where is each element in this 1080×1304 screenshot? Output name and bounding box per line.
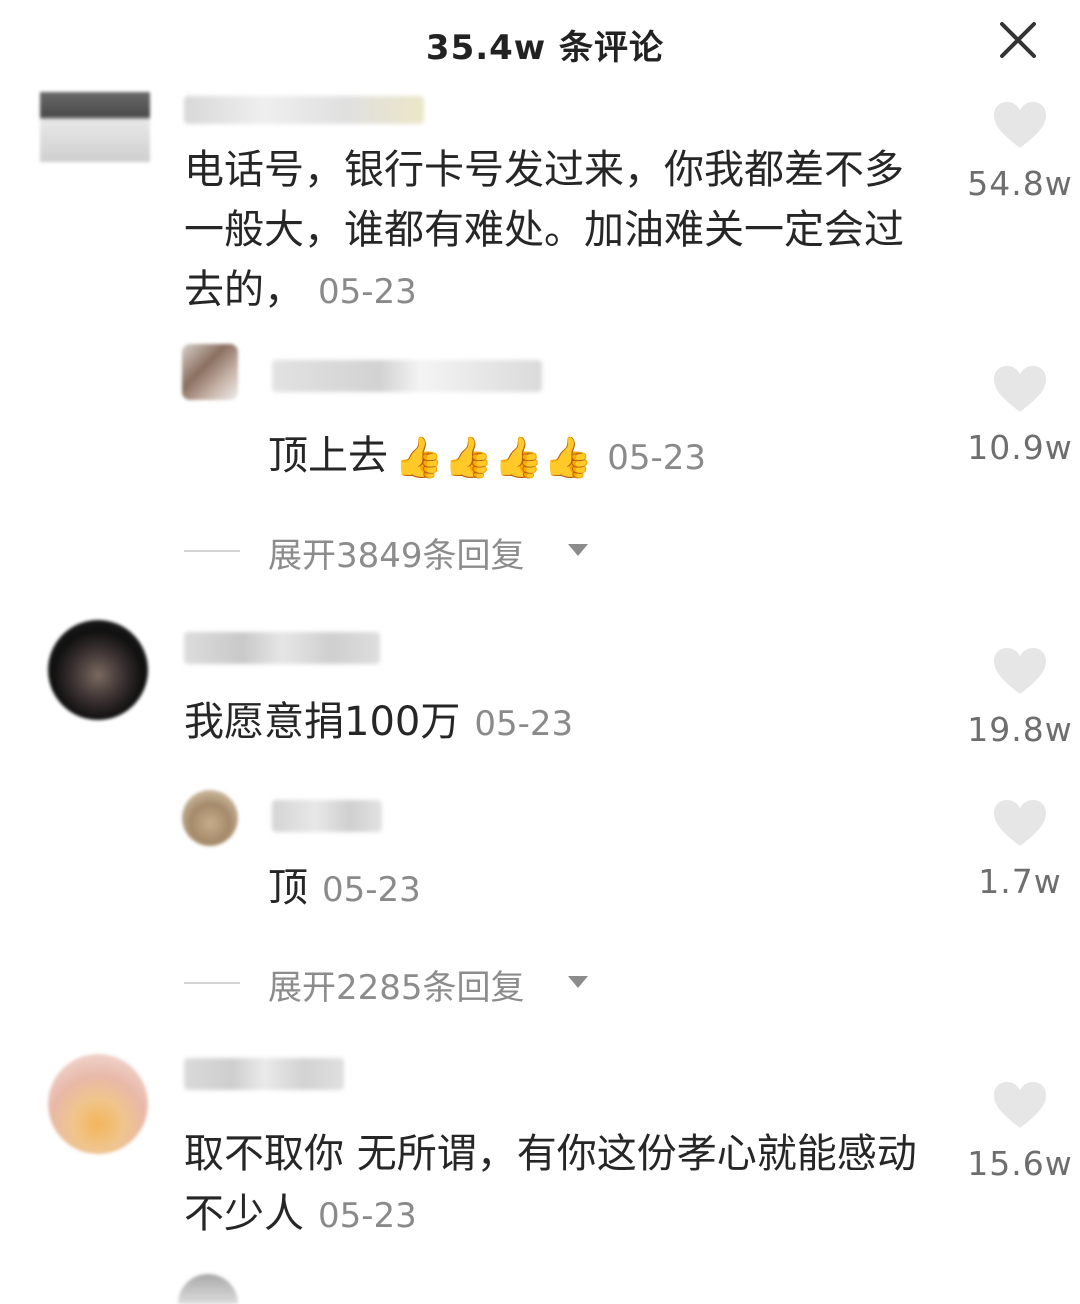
like-count: 54.8w (967, 164, 1073, 203)
expand-replies-button[interactable]: 展开2285条回复 (184, 958, 604, 1008)
like-button[interactable]: 19.8w (960, 646, 1080, 749)
close-icon[interactable] (994, 16, 1042, 64)
username-blurred[interactable] (184, 1058, 344, 1090)
reply-like-count: 1.7w (978, 862, 1062, 901)
comment-text: 电话号，银行卡号发过来，你我都差不多一般大，谁都有难处。加油难关一定会过去的， 0… (184, 147, 904, 313)
like-count: 15.6w (967, 1144, 1073, 1183)
reply-like-button[interactable]: 10.9w (960, 364, 1080, 467)
expand-replies-label: 展开3849条回复 (268, 536, 525, 576)
caret-down-icon (568, 544, 588, 556)
expand-replies-button[interactable]: 展开3849条回复 (184, 526, 604, 576)
comment-count-title: 35.4w 条评论 (425, 28, 665, 68)
heart-icon (994, 648, 1046, 694)
reply-avatar[interactable] (182, 344, 238, 400)
heart-icon (994, 800, 1046, 846)
reply-text: 顶 05-23 (268, 865, 421, 911)
reply-like-count: 10.9w (967, 428, 1073, 467)
heart-icon (994, 366, 1046, 412)
comments-header: 35.4w 条评论 (0, 0, 1080, 84)
comment-time: 05-23 (474, 704, 574, 744)
username-blurred[interactable] (184, 96, 424, 124)
reply-like-button[interactable]: 1.7w (960, 798, 1080, 901)
divider (184, 550, 240, 552)
avatar[interactable] (48, 620, 148, 720)
like-count: 19.8w (967, 710, 1073, 749)
like-button[interactable]: 15.6w (960, 1080, 1080, 1183)
comment-text: 我愿意捐100万 05-23 (184, 699, 574, 745)
comment-time: 05-23 (318, 272, 417, 312)
caret-down-icon (568, 976, 588, 988)
thumbs-up-emoji: 👍👍👍👍 (394, 435, 594, 481)
reply-avatar[interactable] (182, 790, 238, 846)
expand-replies-label: 展开2285条回复 (268, 968, 525, 1008)
reply-username-blurred[interactable] (272, 360, 542, 392)
next-comment-avatar[interactable] (178, 1274, 238, 1304)
reply-text: 顶上去 👍👍👍👍 05-23 (268, 426, 706, 488)
reply-time: 05-23 (322, 870, 421, 910)
reply-username-blurred[interactable] (272, 800, 382, 832)
username-blurred[interactable] (184, 632, 380, 664)
heart-icon (994, 102, 1046, 148)
like-button[interactable]: 54.8w (960, 100, 1080, 203)
divider (184, 982, 240, 984)
avatar[interactable] (48, 1054, 148, 1154)
avatar[interactable] (40, 92, 150, 162)
comment-text: 取不取你 无所谓，有你这份孝心就能感动不少人 05-23 (184, 1131, 917, 1237)
comment-time: 05-23 (318, 1196, 417, 1236)
reply-time: 05-23 (607, 438, 707, 478)
heart-icon (994, 1082, 1046, 1128)
